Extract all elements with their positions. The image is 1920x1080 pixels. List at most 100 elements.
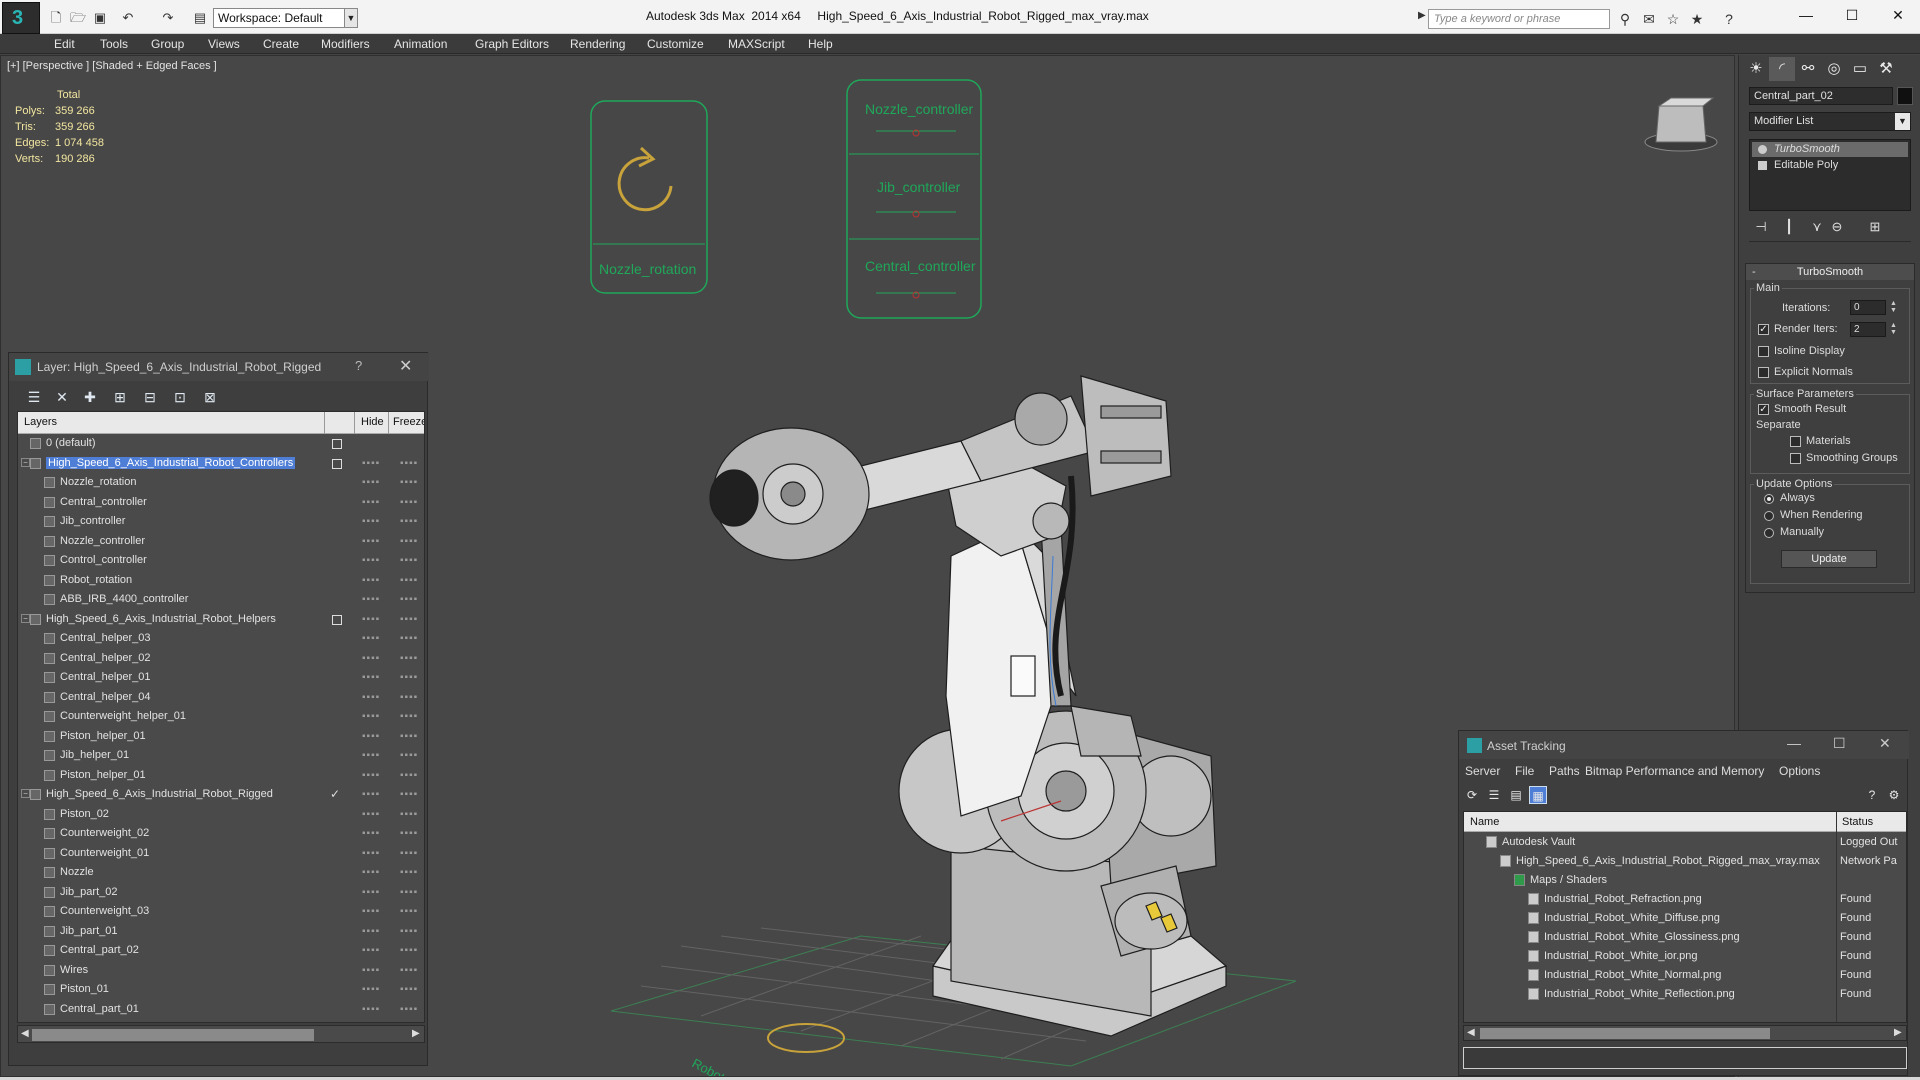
- open-file-icon[interactable]: 🗁: [70, 10, 86, 25]
- scroll-right-icon[interactable]: ▶: [1894, 1027, 1902, 1038]
- workspace-chevron-icon[interactable]: ▼: [344, 8, 358, 28]
- menu-file[interactable]: File: [1515, 764, 1534, 778]
- layer-object-row[interactable]: Piston_helper_01 ▪▪▪▪ ▪▪▪▪: [18, 767, 424, 786]
- spinner-arrows-icon[interactable]: ▲ ▼: [1890, 322, 1897, 336]
- hide-all-layers-icon[interactable]: ⊠: [199, 387, 221, 407]
- layer-object-row[interactable]: Counterweight_helper_01 ▪▪▪▪ ▪▪▪▪: [18, 708, 424, 727]
- hide-toggle[interactable]: ▪▪▪▪: [362, 1004, 380, 1015]
- hide-toggle[interactable]: ▪▪▪▪: [362, 965, 380, 976]
- layer-object-row[interactable]: ABB_IRB_4400_controller ▪▪▪▪ ▪▪▪▪: [18, 591, 424, 610]
- redo-icon[interactable]: ↷: [160, 10, 176, 25]
- modify-tab-icon[interactable]: ◜: [1769, 57, 1795, 81]
- hide-toggle[interactable]: ▪▪▪▪: [362, 828, 380, 839]
- hide-toggle[interactable]: ▪▪▪▪: [362, 614, 380, 625]
- asset-row[interactable]: Industrial_Robot_White_Normal.png Found: [1464, 966, 1906, 985]
- current-layer-check-icon[interactable]: ✓: [330, 787, 340, 801]
- utilities-tab-icon[interactable]: ⚒: [1873, 57, 1899, 81]
- hide-toggle[interactable]: ▪▪▪▪: [362, 653, 380, 664]
- object-name-field[interactable]: Central_part_02: [1749, 87, 1893, 105]
- asset-row[interactable]: Maps / Shaders: [1464, 871, 1906, 890]
- workspace-dropdown[interactable]: Workspace: Default: [213, 8, 348, 28]
- highlight-selected-icon[interactable]: ⊡: [169, 387, 191, 407]
- freeze-toggle[interactable]: ▪▪▪▪: [400, 887, 418, 898]
- scroll-left-icon[interactable]: ◀: [21, 1028, 29, 1039]
- app-menu-button[interactable]: 3: [2, 2, 40, 34]
- close-button[interactable]: ✕: [399, 356, 412, 376]
- stack-item-turbosmooth[interactable]: TurboSmooth: [1752, 142, 1908, 157]
- communication-center-icon[interactable]: ✉: [1640, 10, 1658, 28]
- undo-icon[interactable]: ↶: [120, 10, 136, 25]
- update-button[interactable]: Update: [1781, 550, 1877, 568]
- smooth-result-checkbox[interactable]: ✓: [1758, 404, 1769, 415]
- layer-object-row[interactable]: Counterweight_03 ▪▪▪▪ ▪▪▪▪: [18, 903, 424, 922]
- freeze-toggle[interactable]: ▪▪▪▪: [400, 497, 418, 508]
- render-iters-checkbox[interactable]: ✓: [1758, 324, 1769, 335]
- freeze-toggle[interactable]: ▪▪▪▪: [400, 809, 418, 820]
- menu-customize[interactable]: Customize: [647, 37, 704, 51]
- layer-object-row[interactable]: Nozzle ▪▪▪▪ ▪▪▪▪: [18, 864, 424, 883]
- materials-checkbox[interactable]: [1790, 436, 1801, 447]
- stacked-controllers[interactable]: Nozzle_controller Jib_controller Central…: [846, 79, 982, 319]
- freeze-toggle[interactable]: ▪▪▪▪: [400, 653, 418, 664]
- rollout-header[interactable]: - TurboSmooth: [1746, 264, 1914, 280]
- current-layer-toggle[interactable]: [332, 458, 342, 469]
- scroll-left-icon[interactable]: ◀: [1467, 1027, 1475, 1038]
- create-layer-icon[interactable]: ✚: [79, 387, 101, 407]
- layer-object-row[interactable]: Nozzle_controller ▪▪▪▪ ▪▪▪▪: [18, 533, 424, 552]
- layer-object-row[interactable]: Central_helper_01 ▪▪▪▪ ▪▪▪▪: [18, 669, 424, 688]
- freeze-toggle[interactable]: ▪▪▪▪: [400, 575, 418, 586]
- hide-toggle[interactable]: ▪▪▪▪: [362, 497, 380, 508]
- select-objects-in-layer-icon[interactable]: ☰: [23, 387, 45, 407]
- name-column-header[interactable]: Name: [1470, 816, 1499, 828]
- menu-graph-editors[interactable]: Graph Editors: [475, 37, 549, 51]
- layer-object-row[interactable]: Central_helper_02 ▪▪▪▪ ▪▪▪▪: [18, 650, 424, 669]
- asset-row[interactable]: Autodesk Vault Logged Out: [1464, 833, 1906, 852]
- layer-row[interactable]: − High_Speed_6_Axis_Industrial_Robot_Cont…: [18, 455, 424, 474]
- menu-options[interactable]: Options: [1779, 764, 1820, 778]
- hide-toggle[interactable]: ▪▪▪▪: [362, 906, 380, 917]
- freeze-toggle[interactable]: ▪▪▪▪: [400, 692, 418, 703]
- layer-horizontal-scrollbar[interactable]: ◀ ▶: [17, 1025, 425, 1043]
- when-rendering-radio[interactable]: [1764, 511, 1774, 521]
- freeze-toggle[interactable]: ▪▪▪▪: [400, 477, 418, 488]
- menu-modifiers[interactable]: Modifiers: [321, 37, 370, 51]
- save-icon[interactable]: ▣: [92, 10, 108, 25]
- menu-server[interactable]: Server: [1465, 764, 1500, 778]
- minimize-button[interactable]: —: [1787, 735, 1801, 751]
- menu-paths[interactable]: Paths: [1549, 764, 1580, 778]
- chevron-down-icon[interactable]: ▼: [1895, 113, 1910, 130]
- freeze-toggle[interactable]: ▪▪▪▪: [400, 1004, 418, 1015]
- collapse-minus-icon[interactable]: −: [21, 457, 30, 467]
- smoothing-groups-checkbox[interactable]: [1790, 453, 1801, 464]
- maximize-button[interactable]: ☐: [1830, 4, 1874, 26]
- freeze-toggle[interactable]: ▪▪▪▪: [400, 789, 418, 800]
- layer-row[interactable]: − High_Speed_6_Axis_Industrial_Robot_Rigg…: [18, 786, 424, 805]
- layer-object-row[interactable]: Robot_rotation ▪▪▪▪ ▪▪▪▪: [18, 572, 424, 591]
- menu-rendering[interactable]: Rendering: [570, 37, 625, 51]
- asset-row[interactable]: Industrial_Robot_White_Diffuse.png Found: [1464, 909, 1906, 928]
- collapse-minus-icon[interactable]: −: [21, 613, 30, 623]
- layer-object-row[interactable]: Piston_01 ▪▪▪▪ ▪▪▪▪: [18, 981, 424, 1000]
- freeze-toggle[interactable]: ▪▪▪▪: [400, 945, 418, 956]
- refresh-icon[interactable]: ⟳: [1463, 786, 1481, 804]
- freeze-toggle[interactable]: ▪▪▪▪: [400, 633, 418, 644]
- asset-row[interactable]: Industrial_Robot_Refraction.png Found: [1464, 890, 1906, 909]
- freeze-toggle[interactable]: ▪▪▪▪: [400, 536, 418, 547]
- hide-toggle[interactable]: ▪▪▪▪: [362, 770, 380, 781]
- lightbulb-icon[interactable]: [1758, 145, 1767, 154]
- make-unique-icon[interactable]: ⋎: [1807, 218, 1827, 236]
- add-selected-to-layer-icon[interactable]: ⊞: [109, 387, 131, 407]
- display-tab-icon[interactable]: ▭: [1847, 57, 1873, 81]
- hide-toggle[interactable]: ▪▪▪▪: [362, 633, 380, 644]
- spinner-arrows-icon[interactable]: ▲ ▼: [1890, 300, 1897, 314]
- asset-row[interactable]: Industrial_Robot_White_ior.png Found: [1464, 947, 1906, 966]
- viewcube[interactable]: [1644, 97, 1718, 152]
- expand-plus-icon[interactable]: [1758, 161, 1767, 170]
- layer-object-row[interactable]: Piston_02 ▪▪▪▪ ▪▪▪▪: [18, 806, 424, 825]
- layer-object-row[interactable]: Central_part_02 ▪▪▪▪ ▪▪▪▪: [18, 942, 424, 961]
- current-layer-toggle[interactable]: [332, 614, 342, 625]
- hide-toggle[interactable]: ▪▪▪▪: [362, 750, 380, 761]
- isoline-display-checkbox[interactable]: [1758, 346, 1769, 357]
- explicit-normals-checkbox[interactable]: [1758, 367, 1769, 378]
- create-tab-icon[interactable]: ☀: [1743, 57, 1769, 81]
